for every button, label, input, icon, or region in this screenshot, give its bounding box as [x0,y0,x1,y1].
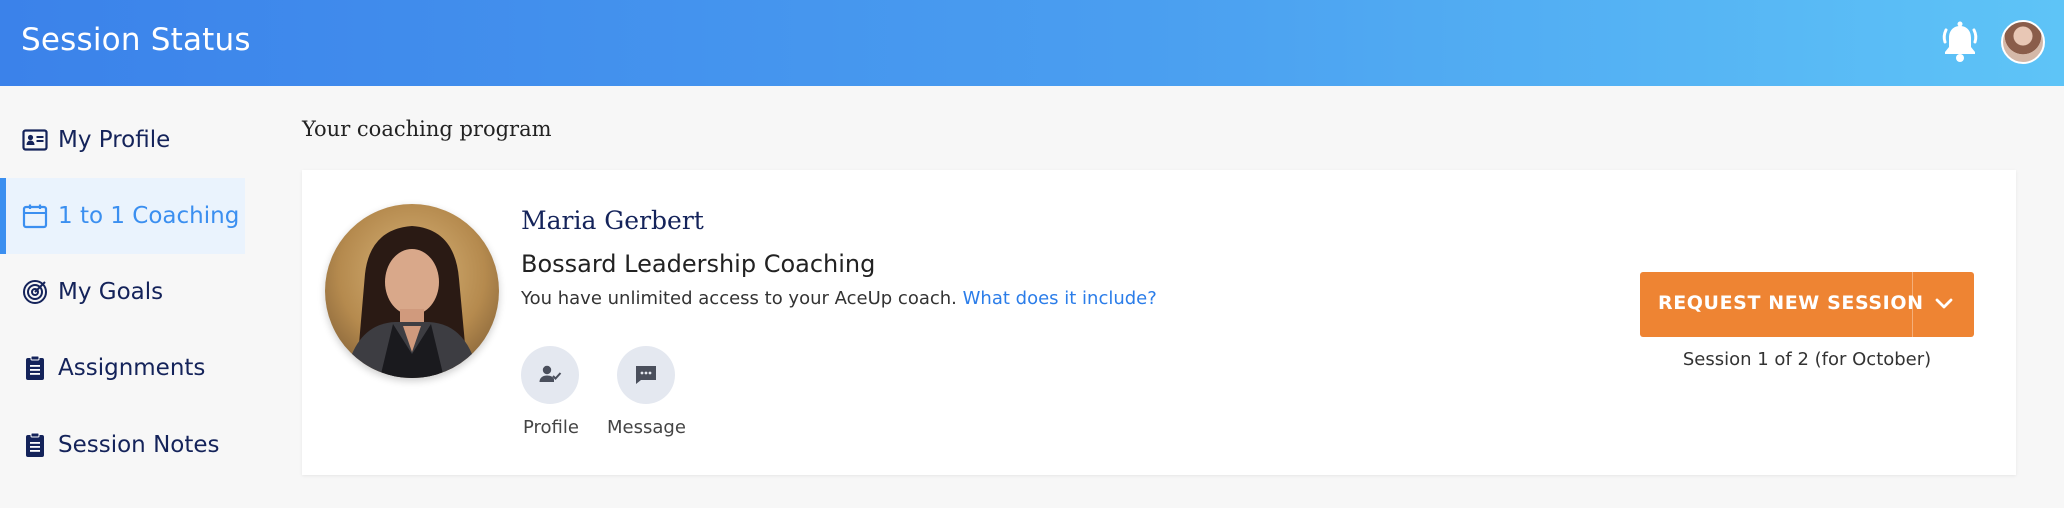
sidebar-item-my-profile[interactable]: My Profile [0,102,245,178]
access-text: You have unlimited access to your AceUp … [521,288,957,309]
sidebar-item-coaching[interactable]: 1 to 1 Coaching [0,178,245,254]
page-title: Session Status [21,22,251,58]
request-button-label: REQUEST NEW SESSION [1658,292,1924,314]
person-check-icon [539,365,562,382]
request-new-session-button[interactable]: REQUEST NEW SESSION [1640,272,1974,337]
sidebar-item-label: 1 to 1 Coaching [58,203,240,229]
message-button[interactable] [617,346,675,404]
section-title: Your coaching program [302,117,552,141]
chat-icon [636,366,656,384]
message-label: Message [607,417,686,438]
session-status-text: Session 1 of 2 (for October) [1682,349,1932,370]
clipboard-icon [26,432,44,457]
top-bar: Session Status [0,0,2064,86]
sidebar-item-my-goals[interactable]: My Goals [0,254,245,330]
coach-name: Maria Gerbert [521,206,704,235]
clipboard-icon [26,355,44,380]
id-card-icon [22,129,48,151]
sidebar-item-label: My Profile [58,127,171,153]
sidebar: My Profile 1 to 1 Coaching My Goals Assi… [0,86,250,508]
coach-photo [325,204,499,378]
sidebar-item-label: Assignments [58,355,206,381]
access-description: You have unlimited access to your AceUp … [521,288,1157,309]
program-name: Bossard Leadership Coaching [521,250,876,278]
profile-button[interactable] [521,346,579,404]
sidebar-item-label: Session Notes [58,432,220,458]
target-icon [23,280,47,304]
bell-icon[interactable] [1940,20,1980,64]
sidebar-item-session-notes[interactable]: Session Notes [0,407,245,483]
calendar-icon [22,204,48,229]
user-avatar[interactable] [2001,20,2045,64]
sidebar-item-label: My Goals [58,279,164,305]
button-divider [1912,272,1913,337]
chevron-down-icon[interactable] [1934,296,1954,312]
what-does-it-include-link[interactable]: What does it include? [963,288,1157,309]
profile-label: Profile [523,417,579,438]
sidebar-item-assignments[interactable]: Assignments [0,330,245,406]
